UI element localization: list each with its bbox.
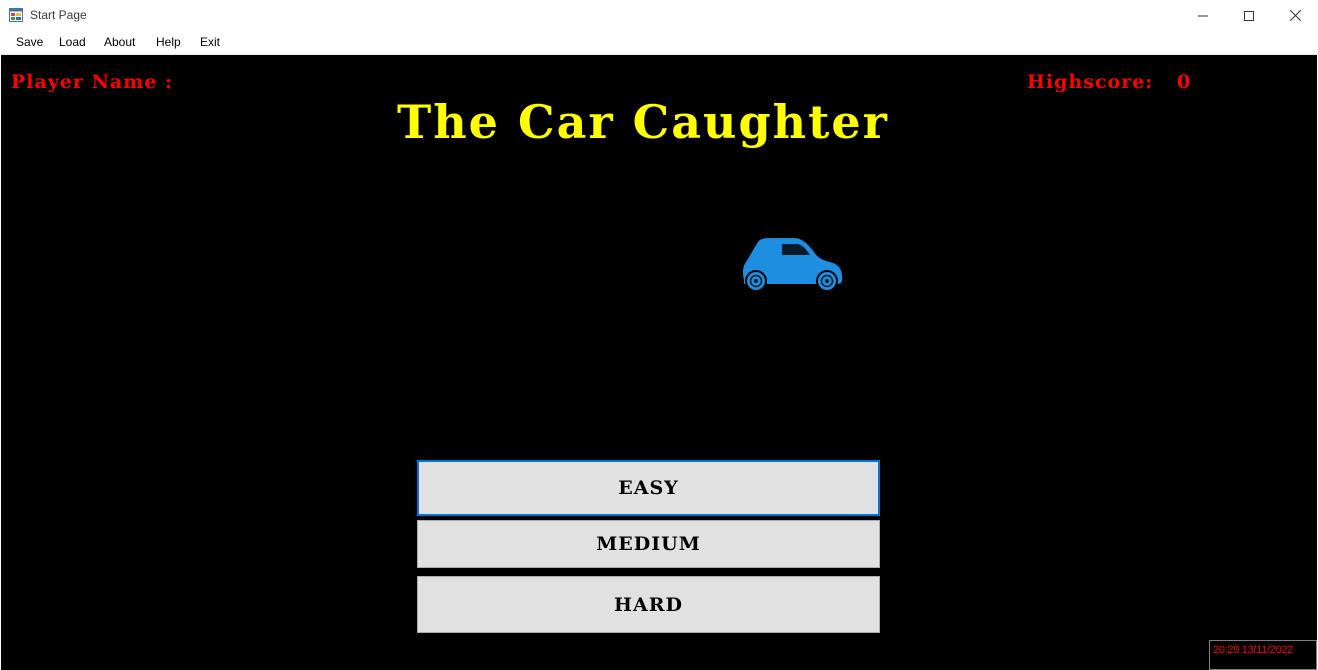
maximize-button[interactable] <box>1226 0 1272 31</box>
maximize-icon <box>1244 10 1254 21</box>
highscore-label: Highscore: <box>1027 71 1154 93</box>
minimize-icon <box>1198 15 1208 16</box>
player-name-label: Player Name : <box>11 71 174 93</box>
start-page-window: Start Page Save Load About Help Exit Pla… <box>0 0 1318 670</box>
highscore-value: 0 <box>1177 71 1191 93</box>
game-title: The Car Caughter <box>397 95 889 149</box>
menu-help[interactable]: Help <box>156 35 181 49</box>
medium-button[interactable]: MEDIUM <box>417 520 880 568</box>
easy-button[interactable]: EASY <box>417 460 880 516</box>
menu-bar: Save Load About Help Exit <box>0 31 1318 55</box>
clock-label: 20:29 13/11/2022 <box>1209 640 1317 670</box>
menu-exit[interactable]: Exit <box>200 35 220 49</box>
minimize-button[interactable] <box>1180 0 1226 31</box>
menu-save[interactable]: Save <box>16 35 43 49</box>
car-icon <box>742 238 842 292</box>
menu-about[interactable]: About <box>104 35 135 49</box>
app-icon <box>9 8 23 22</box>
close-icon <box>1289 10 1301 21</box>
title-bar[interactable]: Start Page <box>0 0 1318 31</box>
menu-load[interactable]: Load <box>59 35 86 49</box>
window-title: Start Page <box>30 8 87 22</box>
close-button[interactable] <box>1272 0 1318 31</box>
game-panel: Player Name : Highscore: 0 The Car Caugh… <box>1 55 1317 670</box>
hard-button[interactable]: HARD <box>417 576 880 633</box>
